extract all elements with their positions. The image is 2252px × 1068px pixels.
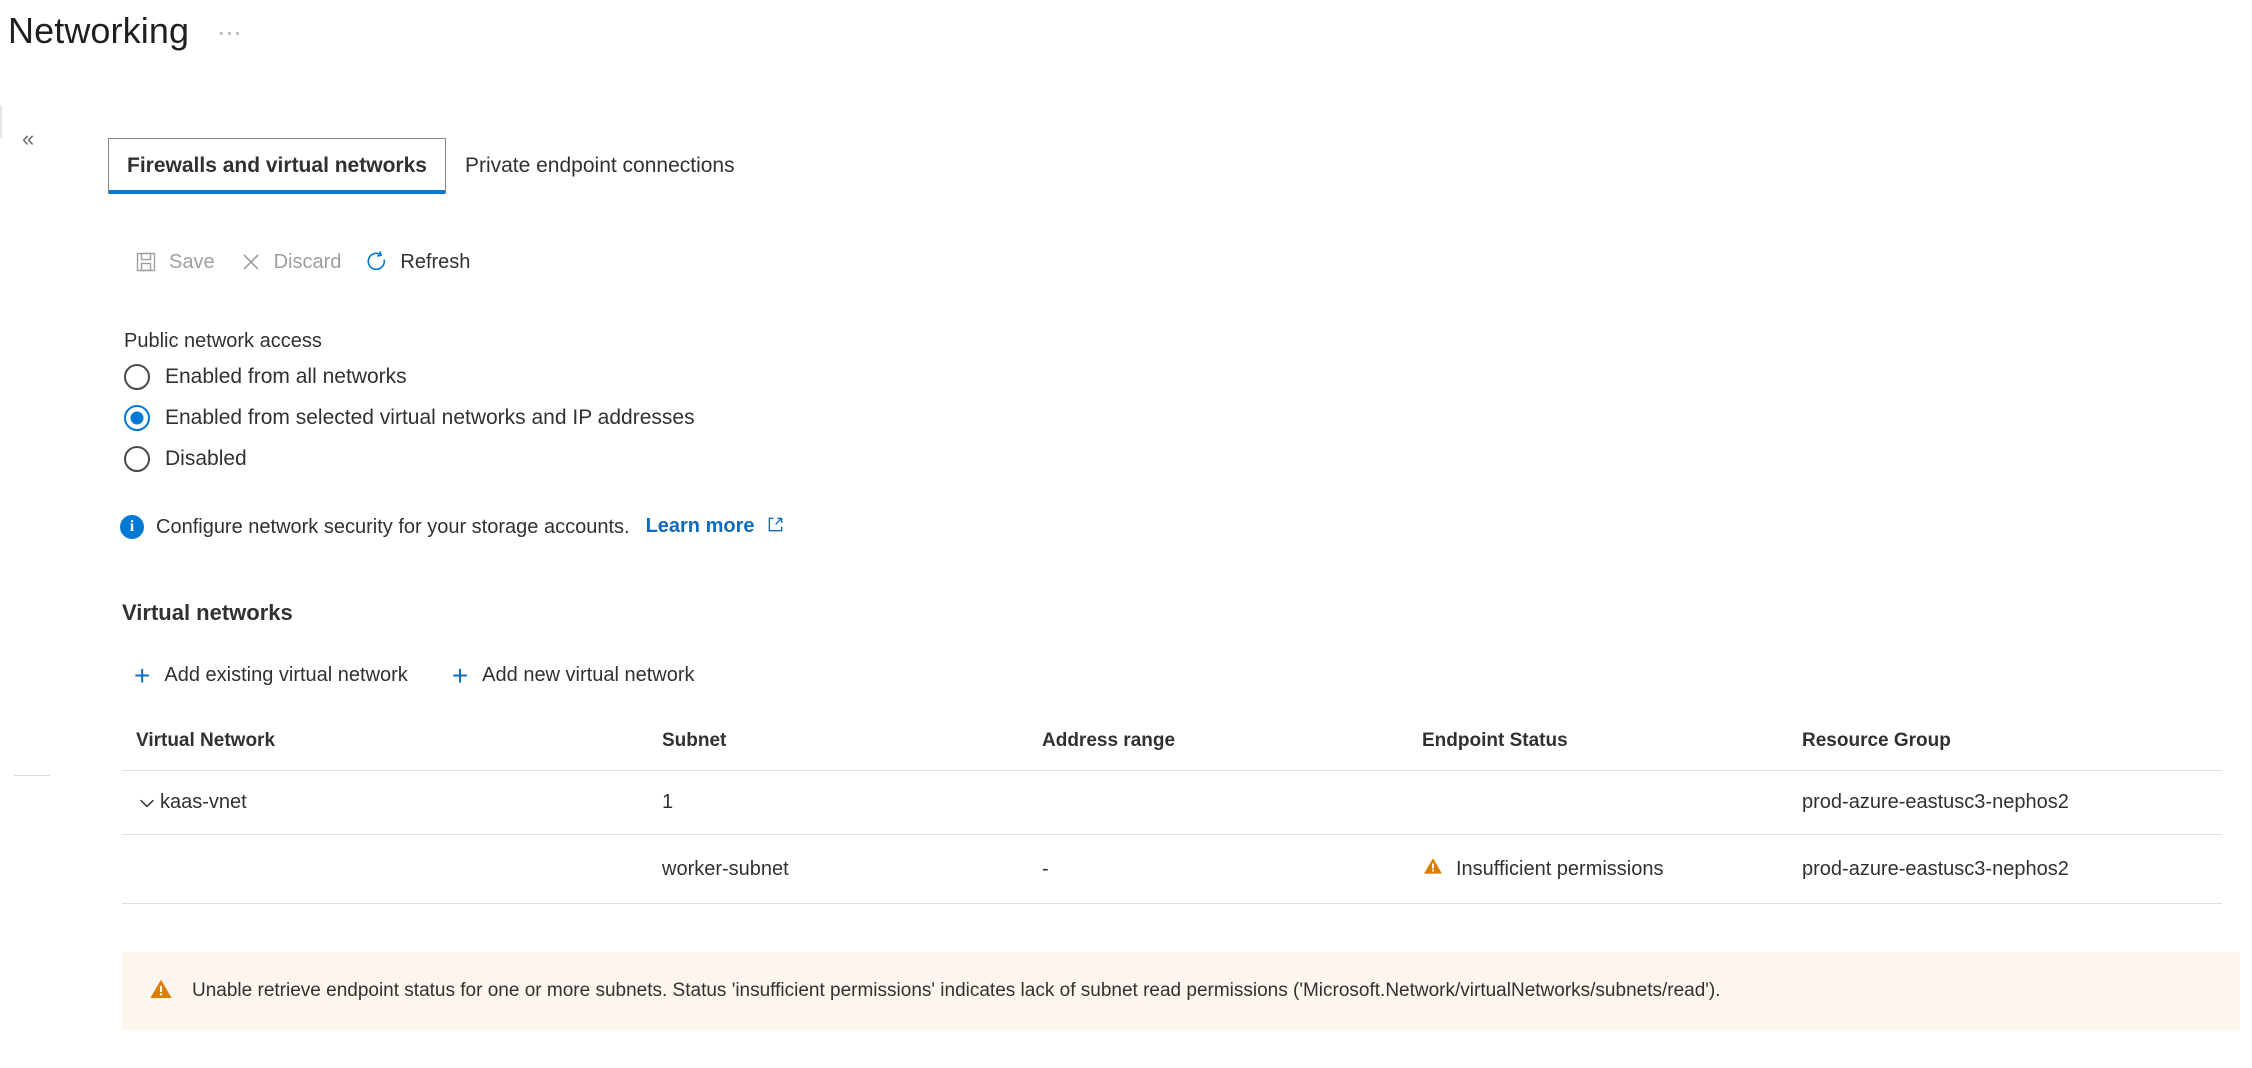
warning-banner: Unable retrieve endpoint status for one … xyxy=(122,952,2240,1030)
resource-group-cell: prod-azure-eastusc3-nephos2 xyxy=(1802,835,2222,904)
resource-group-cell: prod-azure-eastusc3-nephos2 xyxy=(1802,771,2222,835)
info-message: i Configure network security for your st… xyxy=(120,515,784,539)
virtual-network-cell xyxy=(122,835,662,904)
learn-more-label: Learn more xyxy=(646,515,755,537)
radio-enabled-all-networks[interactable]: Enabled from all networks xyxy=(124,364,695,390)
add-new-virtual-network-button[interactable]: + Add new virtual network xyxy=(450,660,697,691)
page-more-menu-button[interactable]: ⋯ xyxy=(217,19,243,43)
tab-bar: Firewalls and virtual networks Private e… xyxy=(108,138,754,194)
warning-icon xyxy=(1422,855,1444,883)
table-row[interactable]: kaas-vnet 1 prod-azure-eastusc3-nephos2 xyxy=(122,771,2222,835)
radio-label: Enabled from all networks xyxy=(165,365,407,389)
radio-circle-icon xyxy=(124,364,150,390)
collapse-panel-button[interactable]: « xyxy=(22,128,34,150)
page-title: Networking xyxy=(8,9,189,53)
plus-icon: + xyxy=(134,666,150,686)
tab-private-endpoint-connections[interactable]: Private endpoint connections xyxy=(446,138,754,194)
radio-label: Enabled from selected virtual networks a… xyxy=(165,406,695,430)
radio-enabled-selected-networks[interactable]: Enabled from selected virtual networks a… xyxy=(124,405,695,431)
column-header-virtual-network[interactable]: Virtual Network xyxy=(122,730,662,771)
discard-button[interactable]: Discard xyxy=(231,244,358,280)
add-existing-virtual-network-button[interactable]: + Add existing virtual network xyxy=(132,660,410,691)
warning-icon xyxy=(148,976,174,1007)
address-range-cell: - xyxy=(1042,835,1422,904)
save-label: Save xyxy=(169,251,215,274)
column-header-resource-group[interactable]: Resource Group xyxy=(1802,730,2222,771)
virtual-network-name: kaas-vnet xyxy=(160,791,247,814)
refresh-button[interactable]: Refresh xyxy=(357,244,486,280)
plus-icon: + xyxy=(452,666,468,686)
radio-disabled[interactable]: Disabled xyxy=(124,446,695,472)
endpoint-status-cell xyxy=(1422,771,1802,835)
chevron-down-icon[interactable] xyxy=(136,792,158,814)
add-new-label: Add new virtual network xyxy=(482,664,694,687)
virtual-networks-table: Virtual Network Subnet Address range End… xyxy=(122,730,2222,904)
refresh-icon xyxy=(365,250,389,274)
tab-label: Private endpoint connections xyxy=(465,154,735,178)
endpoint-status-text: Insufficient permissions xyxy=(1456,858,1664,881)
column-header-endpoint-status[interactable]: Endpoint Status xyxy=(1422,730,1802,771)
radio-circle-icon xyxy=(124,446,150,472)
virtual-networks-actions: + Add existing virtual network + Add new… xyxy=(132,660,697,691)
virtual-network-cell: kaas-vnet xyxy=(122,791,662,814)
radio-circle-selected-icon xyxy=(124,405,150,431)
external-link-icon xyxy=(762,516,785,538)
column-header-subnet[interactable]: Subnet xyxy=(662,730,1042,771)
learn-more-link[interactable]: Learn more xyxy=(646,515,785,539)
info-icon: i xyxy=(120,515,144,539)
subnet-cell: worker-subnet xyxy=(662,835,1042,904)
column-header-address-range[interactable]: Address range xyxy=(1042,730,1422,771)
page-header: Networking ⋯ xyxy=(0,0,243,62)
endpoint-status-cell: Insufficient permissions xyxy=(1422,855,1802,883)
subnet-cell: 1 xyxy=(662,771,1042,835)
virtual-networks-heading: Virtual networks xyxy=(122,600,293,626)
warning-banner-text: Unable retrieve endpoint status for one … xyxy=(192,979,1721,1003)
table-header-row: Virtual Network Subnet Address range End… xyxy=(122,730,2222,771)
save-icon xyxy=(134,250,158,274)
address-range-cell xyxy=(1042,771,1422,835)
left-rail-divider xyxy=(14,775,50,776)
refresh-label: Refresh xyxy=(400,251,470,274)
save-button[interactable]: Save xyxy=(126,244,231,280)
tab-label: Firewalls and virtual networks xyxy=(127,154,427,178)
add-existing-label: Add existing virtual network xyxy=(164,664,407,687)
public-network-access-label: Public network access xyxy=(124,330,322,353)
tab-firewalls-and-virtual-networks[interactable]: Firewalls and virtual networks xyxy=(108,138,446,194)
left-rail-edge xyxy=(0,105,2,139)
discard-icon xyxy=(239,250,263,274)
command-bar: Save Discard Refresh xyxy=(126,240,486,284)
table-row[interactable]: worker-subnet - Insufficient permissions… xyxy=(122,835,2222,904)
public-network-access-radio-group: Enabled from all networks Enabled from s… xyxy=(124,364,695,472)
info-text: Configure network security for your stor… xyxy=(156,516,630,539)
discard-label: Discard xyxy=(274,251,342,274)
radio-label: Disabled xyxy=(165,447,247,471)
